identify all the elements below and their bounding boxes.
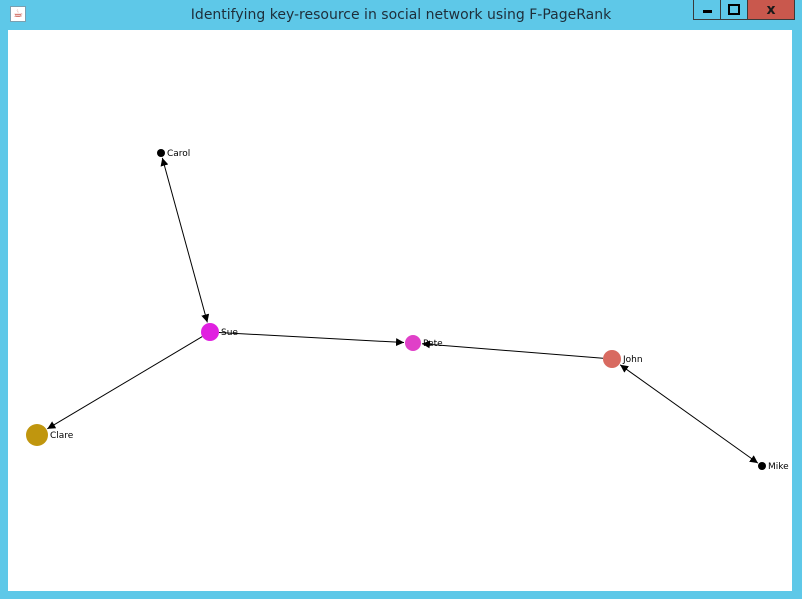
app-window: ☕ Identifying key-resource in social net… bbox=[0, 0, 802, 599]
edge-sue-pete bbox=[218, 331, 405, 347]
node-mike[interactable] bbox=[758, 462, 766, 470]
edge-sue-clare bbox=[47, 336, 203, 430]
node-label-sue: Sue bbox=[221, 328, 238, 338]
node-label-john: John bbox=[622, 355, 643, 365]
node-sue[interactable] bbox=[201, 323, 219, 341]
close-icon: x bbox=[766, 1, 776, 18]
node-clare[interactable] bbox=[26, 424, 48, 446]
node-john[interactable] bbox=[603, 350, 621, 368]
graph-canvas[interactable]: Carol Sue Pete John Clare Mike bbox=[8, 30, 792, 591]
maximize-icon bbox=[728, 4, 740, 15]
close-button[interactable]: x bbox=[747, 0, 795, 20]
node-carol[interactable] bbox=[157, 149, 165, 157]
title-bar[interactable]: ☕ Identifying key-resource in social net… bbox=[0, 0, 802, 30]
edge-john-pete bbox=[421, 340, 604, 359]
node-label-clare: Clare bbox=[50, 431, 74, 441]
minimize-button[interactable] bbox=[693, 0, 721, 20]
node-label-mike: Mike bbox=[768, 462, 789, 472]
maximize-button[interactable] bbox=[720, 0, 748, 20]
edge-john-mike bbox=[619, 364, 759, 464]
graph-svg: Carol Sue Pete John Clare Mike bbox=[26, 149, 789, 472]
node-pete[interactable] bbox=[405, 335, 421, 351]
minimize-icon bbox=[702, 10, 712, 13]
node-label-pete: Pete bbox=[423, 339, 443, 349]
edge-carol-sue bbox=[160, 157, 210, 323]
window-title: Identifying key-resource in social netwo… bbox=[190, 7, 612, 23]
node-label-carol: Carol bbox=[167, 149, 190, 159]
